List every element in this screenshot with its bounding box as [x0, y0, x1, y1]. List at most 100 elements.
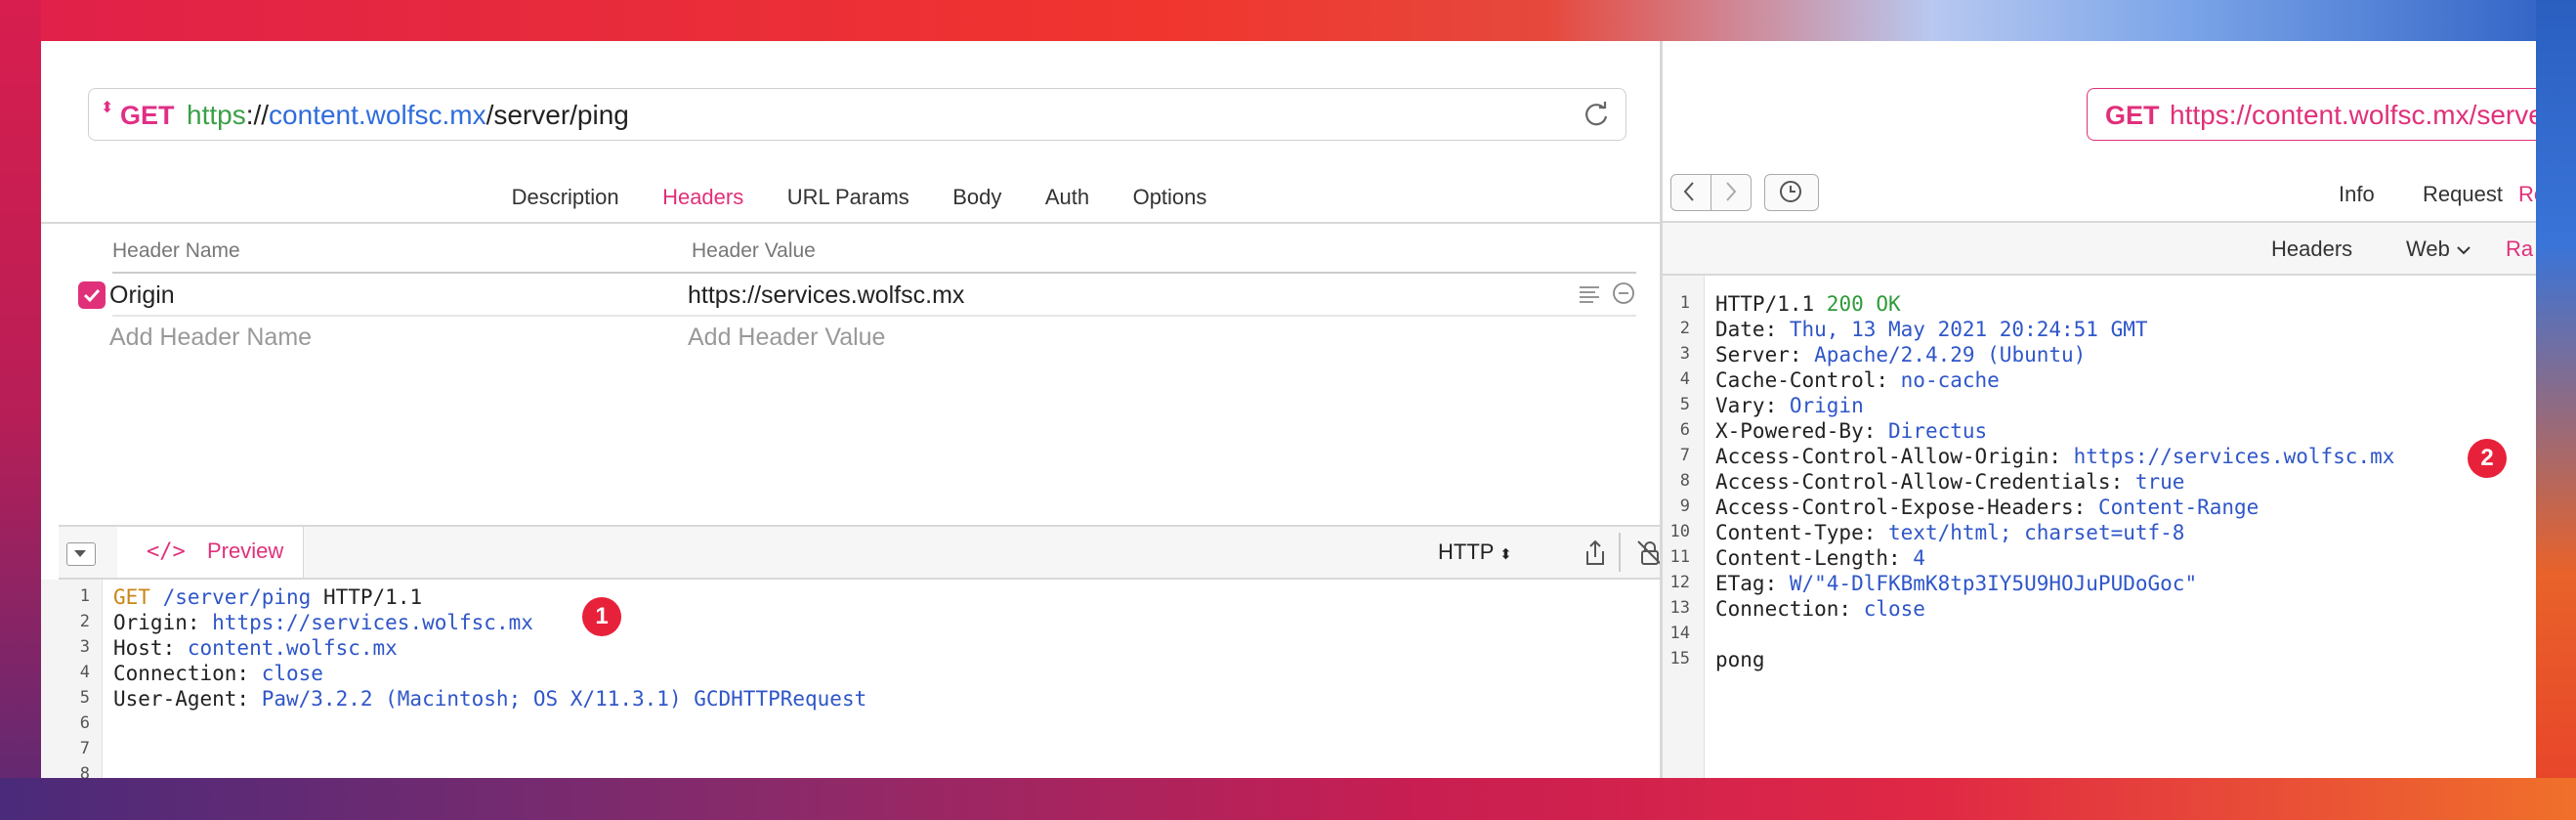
format-label: HTTP — [1438, 539, 1495, 564]
tab-headers[interactable]: Headers — [662, 178, 743, 217]
tab-response[interactable]: Re — [2518, 182, 2536, 207]
request-line: GET /server/ping HTTP/1.1 — [113, 584, 422, 610]
tab-preview[interactable]: </> Preview — [117, 527, 304, 578]
line-number: 11 — [1669, 547, 1690, 567]
share-icon[interactable] — [1583, 539, 1608, 568]
row-divider — [112, 315, 1636, 317]
header-key: Content-Type: — [1715, 521, 1889, 544]
header-key: X-Powered-By: — [1715, 419, 1889, 443]
request-tabs: Description Headers URL Params Body Auth… — [59, 178, 1660, 217]
header-name-cell[interactable]: Origin — [109, 281, 175, 310]
header-key: Vary: — [1715, 394, 1790, 417]
line-number: 5 — [1679, 395, 1690, 414]
line-number: 6 — [1679, 420, 1690, 440]
line-number: 8 — [79, 764, 90, 778]
updown-icon: ⬍ — [1499, 546, 1512, 563]
header-val: https://services.wolfsc.mx — [212, 611, 533, 634]
header-val: close — [261, 662, 323, 685]
line-number: 5 — [79, 688, 90, 708]
line-number: 3 — [79, 637, 90, 657]
line-number: 1 — [79, 586, 90, 606]
line-number: 1 — [1679, 293, 1690, 313]
chevron-right-icon — [1726, 182, 1737, 201]
reload-icon[interactable] — [1581, 99, 1612, 130]
response-header-line: Access-Control-Expose-Headers: Content-R… — [1715, 495, 2259, 520]
header-val: Directus — [1888, 419, 1988, 443]
row-actions — [1578, 281, 1636, 311]
line-number: 2 — [1679, 319, 1690, 338]
header-name-column: Header Name — [112, 239, 240, 262]
response-header-line: Connection: close — [1715, 596, 1925, 622]
add-header-name-input[interactable]: Add Header Name — [109, 324, 312, 352]
line-number: 10 — [1669, 522, 1690, 541]
url-input[interactable]: https://content.wolfsc.mx/server/ping — [187, 100, 629, 131]
response-header-line: Content-Length: 4 — [1715, 545, 1925, 571]
header-value-column: Header Value — [692, 239, 816, 262]
request-header-line: User-Agent: Paw/3.2.2 (Macintosh; OS X/1… — [113, 686, 866, 712]
response-header-line: Cache-Control: no-cache — [1715, 367, 2000, 393]
subtab-web[interactable]: Web — [2406, 237, 2471, 262]
status-protocol: HTTP/1.1 — [1715, 292, 1827, 316]
line-number: 15 — [1669, 649, 1690, 669]
method-select[interactable]: GET — [120, 101, 175, 131]
add-header-value-input[interactable]: Add Header Value — [688, 324, 885, 352]
body-text: pong — [1715, 648, 1765, 671]
tab-request[interactable]: Request — [2423, 182, 2503, 207]
request-header-line: Host: content.wolfsc.mx — [113, 635, 398, 661]
response-header-line: Content-Type: text/html; charset=utf-8 — [1715, 520, 2184, 545]
chevron-left-icon — [1683, 182, 1694, 201]
subtab-raw[interactable]: Ra — [2506, 237, 2533, 262]
history-button[interactable] — [1764, 174, 1819, 211]
annotation-badge-2: 2 — [2468, 439, 2507, 478]
back-button[interactable] — [1670, 174, 1711, 211]
header-val: Thu, 13 May 2021 20:24:51 GMT — [1789, 318, 2148, 341]
remove-row-icon[interactable] — [1611, 281, 1636, 306]
tab-options[interactable]: Options — [1133, 178, 1207, 217]
format-select[interactable]: HTTP ⬍ — [1438, 539, 1512, 565]
line-number: 9 — [1679, 496, 1690, 516]
header-key: User-Agent: — [113, 687, 262, 711]
collapse-toggle[interactable] — [66, 542, 96, 566]
paw-window: ⬍ GET https://content.wolfsc.mx/server/p… — [41, 41, 2536, 778]
line-number: 4 — [1679, 369, 1690, 389]
header-value-cell[interactable]: https://services.wolfsc.mx — [688, 281, 964, 310]
header-key: Origin: — [113, 611, 213, 634]
header-val: Paw/3.2.2 (Macintosh; OS X/11.3.1) GCDHT… — [261, 687, 867, 711]
subtab-headers[interactable]: Headers — [2271, 237, 2352, 262]
chevron-down-icon — [2457, 246, 2470, 255]
line-number: 8 — [1679, 471, 1690, 491]
url-bar[interactable]: ⬍ GET https://content.wolfsc.mx/server/p… — [88, 88, 1626, 141]
forward-button[interactable] — [1710, 174, 1752, 211]
request-header-line: Connection: close — [113, 661, 323, 686]
response-pane: GET https://content.wolfsc.mx/server/ In… — [1663, 41, 2536, 778]
tab-body[interactable]: Body — [952, 178, 1001, 217]
table-head-divider — [112, 272, 1636, 274]
line-number: 6 — [79, 713, 90, 733]
tab-info[interactable]: Info — [2339, 182, 2375, 207]
header-val: Content-Range — [2097, 496, 2259, 519]
status-code: 200 OK — [1826, 292, 1901, 316]
header-val: no-cache — [1900, 368, 2000, 392]
response-request-summary[interactable]: GET https://content.wolfsc.mx/server/ — [2087, 88, 2536, 141]
method-stepper-icon[interactable]: ⬍ — [101, 101, 113, 116]
text-align-icon[interactable] — [1578, 284, 1601, 306]
header-key: Server: — [1715, 343, 1815, 367]
header-val: content.wolfsc.mx — [187, 636, 398, 660]
response-header-line: Vary: Origin — [1715, 393, 1864, 418]
header-enabled-checkbox[interactable] — [78, 281, 106, 309]
url-separator: :// — [245, 100, 270, 130]
tab-auth[interactable]: Auth — [1045, 178, 1089, 217]
preview-toolbar: </> Preview HTTP ⬍ — [59, 525, 1663, 580]
header-key: Access-Control-Allow-Credentials: — [1715, 470, 2135, 494]
header-key: Access-Control-Allow-Origin: — [1715, 445, 2074, 468]
header-val: 4 — [1913, 546, 1925, 570]
response-header-line: Access-Control-Allow-Credentials: true — [1715, 469, 2184, 495]
tab-url-params[interactable]: URL Params — [787, 178, 909, 217]
tab-description[interactable]: Description — [512, 178, 619, 217]
checkmark-icon — [83, 288, 101, 303]
header-val: close — [1863, 597, 1925, 621]
response-url: https://content.wolfsc.mx/server/ — [2170, 100, 2536, 130]
header-val: Origin — [1789, 394, 1864, 417]
line-number: 3 — [1679, 344, 1690, 364]
response-method: GET — [2105, 101, 2160, 130]
